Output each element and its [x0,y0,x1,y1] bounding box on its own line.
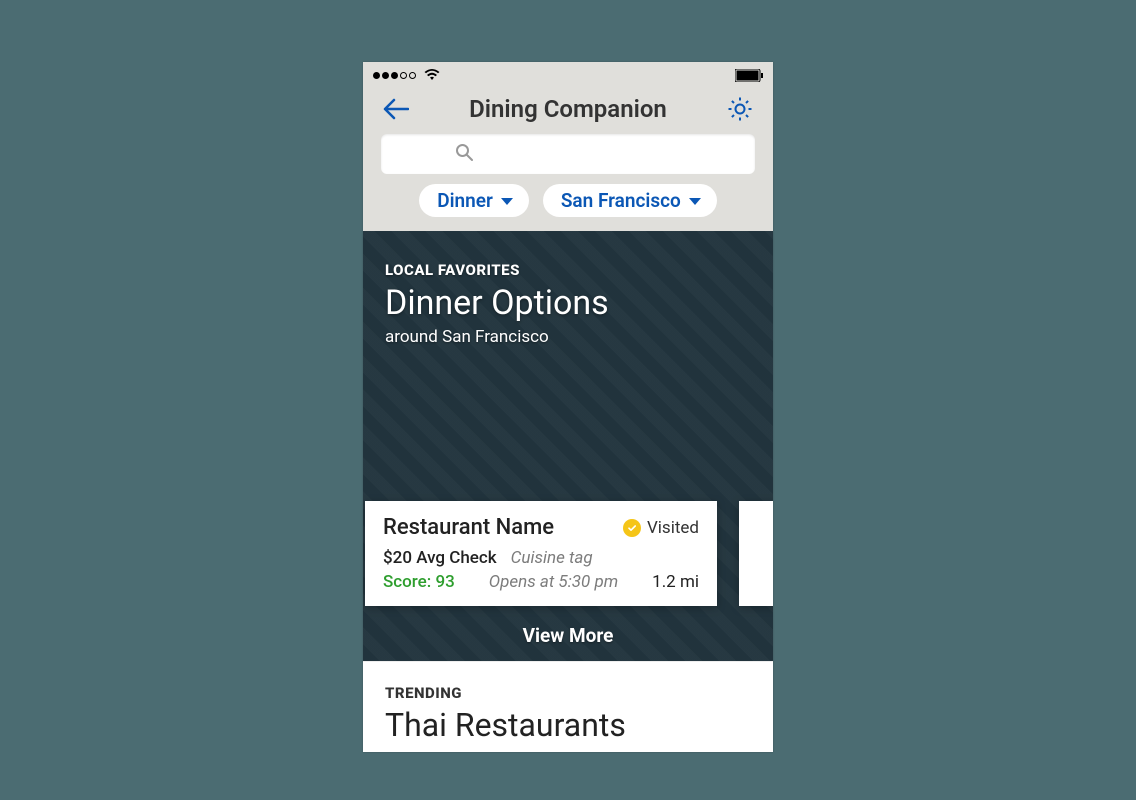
meal-filter-label: Dinner [437,189,493,212]
trending-eyebrow: TRENDING [385,684,751,702]
search-icon [455,143,473,165]
battery-icon [735,69,763,82]
gear-icon [727,96,753,122]
view-more-button[interactable]: View More [385,624,751,647]
visited-label: Visited [647,518,699,538]
page-title: Dining Companion [411,95,725,123]
nav-header: Dining Companion [363,88,773,134]
wifi-icon [424,66,440,85]
card-carousel[interactable]: Restaurant Name Visited $20 Avg Check Cu… [365,501,751,606]
search-area: Dinner San Francisco [363,134,773,231]
trending-title: Thai Restaurants [385,706,751,744]
restaurant-name: Restaurant Name [383,515,554,540]
hero-section: LOCAL FAVORITES Dinner Options around Sa… [363,231,773,661]
chevron-down-icon [501,198,513,205]
restaurant-card[interactable]: Restaurant Name Visited $20 Avg Check Cu… [365,501,717,606]
cuisine-tag: Cuisine tag [511,548,593,568]
score: Score: 93 [383,572,455,592]
signal-indicator [373,66,440,85]
location-filter-label: San Francisco [561,189,681,212]
trending-section: TRENDING Thai Restaurants [363,661,773,752]
chevron-down-icon [689,198,701,205]
location-filter[interactable]: San Francisco [543,184,717,217]
meal-filter[interactable]: Dinner [419,184,529,217]
restaurant-card-next[interactable] [739,501,773,606]
hero-eyebrow: LOCAL FAVORITES [385,261,751,279]
opens-at: Opens at 5:30 pm [489,572,618,592]
status-bar [363,62,773,88]
avg-check: $20 Avg Check [383,548,497,568]
settings-button[interactable] [725,94,755,124]
back-button[interactable] [381,94,411,124]
visited-indicator: Visited [623,518,699,538]
search-input[interactable] [381,134,755,174]
filter-row: Dinner San Francisco [381,184,755,217]
check-badge-icon [623,519,641,537]
distance: 1.2 mi [652,572,699,592]
phone-frame: Dining Companion Dinner San Francisco [363,62,773,752]
hero-subtitle: around San Francisco [385,327,751,347]
hero-title: Dinner Options [385,283,751,323]
arrow-left-icon [383,98,409,120]
